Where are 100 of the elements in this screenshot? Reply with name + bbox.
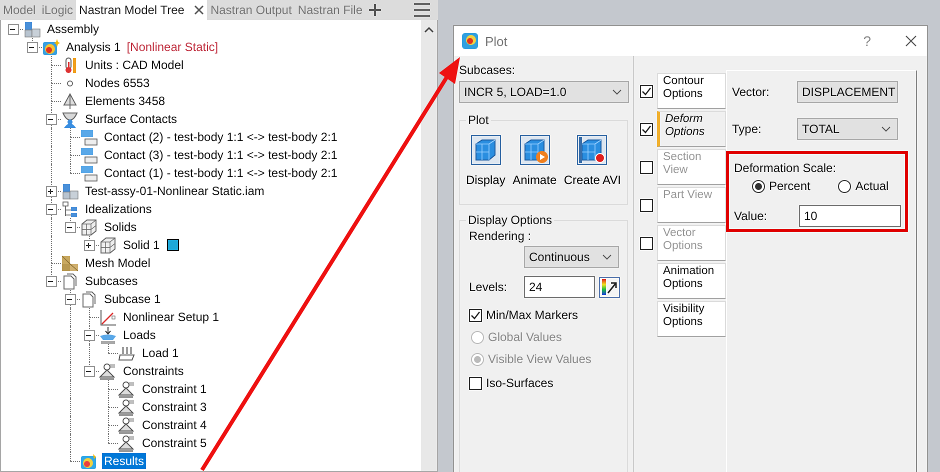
iso-surfaces-checkbox[interactable]: Iso-Surfaces xyxy=(469,376,621,390)
tree-item[interactable]: Solids xyxy=(102,219,139,235)
load-icon xyxy=(99,326,117,344)
expand-toggle[interactable] xyxy=(46,276,57,287)
value-field[interactable]: 10 xyxy=(799,205,901,227)
vector-dropdown[interactable]: DISPLACEMENT xyxy=(797,81,898,103)
tree-item[interactable]: Surface Contacts xyxy=(83,111,180,127)
option-tab[interactable]: Visibility Options xyxy=(657,301,726,337)
support-icon xyxy=(118,380,136,398)
vector-label: Vector: xyxy=(732,85,770,99)
tree-item[interactable]: Results xyxy=(102,453,146,469)
chevron-up-icon[interactable] xyxy=(424,26,434,34)
tab[interactable]: Nastran Model Tree xyxy=(76,0,208,20)
tree-item[interactable]: Constraint 3 xyxy=(140,399,209,415)
tree-item[interactable]: Nodes 6553 xyxy=(83,75,152,91)
checkbox[interactable] xyxy=(469,376,482,390)
scale-mode-radio[interactable]: Percent xyxy=(752,179,810,193)
tree-item[interactable]: Elements 3458 xyxy=(83,93,168,109)
menu-icon[interactable] xyxy=(414,3,430,17)
hierarchy-icon xyxy=(61,200,79,218)
expand-toggle[interactable] xyxy=(84,330,95,341)
tree-item[interactable]: Constraint 4 xyxy=(140,417,209,433)
document-icon xyxy=(80,290,98,308)
help-button[interactable]: ? xyxy=(857,32,877,50)
plot-action-button[interactable]: Create AVI xyxy=(564,135,621,187)
plus-icon[interactable] xyxy=(85,242,92,249)
plot-action-button[interactable]: Animate xyxy=(512,135,557,187)
minus-icon[interactable] xyxy=(85,368,92,375)
scrollbar[interactable] xyxy=(421,20,437,471)
option-tab[interactable]: Animation Options xyxy=(657,263,726,299)
expand-toggle[interactable] xyxy=(46,186,57,197)
expand-toggle[interactable] xyxy=(46,204,57,215)
tree-item[interactable]: Units : CAD Model xyxy=(83,57,186,73)
minus-icon[interactable] xyxy=(47,206,54,213)
support-icon xyxy=(118,434,136,452)
cube-grid-icon xyxy=(80,218,98,236)
rendering-label: Rendering : xyxy=(469,229,532,243)
tree-item[interactable]: Constraint 1 xyxy=(140,381,209,397)
tree-item[interactable]: Constraint 5 xyxy=(140,435,209,451)
tree-item[interactable]: Load 1 xyxy=(140,345,181,361)
tree-item[interactable]: Analysis 1 xyxy=(64,39,123,55)
tree-item[interactable]: Assembly xyxy=(45,21,102,37)
analysis-icon xyxy=(42,38,60,56)
close-icon[interactable] xyxy=(194,5,204,15)
min-max-checkbox[interactable]: Min/Max Markers xyxy=(469,308,621,322)
minus-icon[interactable] xyxy=(66,296,73,303)
record-icon xyxy=(577,135,608,165)
tree-item[interactable]: Mesh Model xyxy=(83,255,152,271)
radio[interactable] xyxy=(838,180,852,192)
cube-grid-icon xyxy=(99,236,117,254)
expand-toggle[interactable] xyxy=(8,24,19,35)
tree-item[interactable]: Subcase 1 xyxy=(102,291,163,307)
tree-item[interactable]: Contact (2) - test-body 1:1 <-> test-body 2:1 xyxy=(102,129,340,145)
expand-toggle[interactable] xyxy=(27,42,38,53)
tree-item[interactable]: Contact (1) - test-body 1:1 <-> test-body 2:1 xyxy=(102,165,340,181)
subcases-dropdown[interactable]: INCR 5, LOAD=1.0 xyxy=(459,81,629,103)
plus-icon[interactable] xyxy=(47,188,54,195)
option-tab[interactable]: Contour Options xyxy=(657,73,726,109)
chevron-down-icon xyxy=(612,89,622,95)
rendering-dropdown[interactable]: Continuous xyxy=(524,246,619,268)
minus-icon[interactable] xyxy=(47,278,54,285)
deformation-scale-label: Deformation Scale: xyxy=(734,161,838,175)
expand-toggle[interactable] xyxy=(65,222,76,233)
tree-item[interactable]: Nonlinear Setup 1 xyxy=(121,309,222,325)
tree-item[interactable]: Subcases xyxy=(83,273,140,289)
radio[interactable] xyxy=(752,180,765,192)
group-title: Display Options xyxy=(467,213,554,227)
rectangles-icon xyxy=(80,146,98,164)
blocks-icon xyxy=(23,20,41,38)
tree-item[interactable]: Constraints xyxy=(121,363,186,379)
mesh-icon xyxy=(61,254,79,272)
support-icon xyxy=(118,416,136,434)
minus-icon[interactable] xyxy=(47,116,54,123)
expand-toggle[interactable] xyxy=(46,114,57,125)
expand-toggle[interactable] xyxy=(84,240,95,251)
type-dropdown[interactable]: TOTAL xyxy=(797,118,898,140)
results-icon xyxy=(461,32,479,50)
option-tab[interactable]: Deform Options xyxy=(657,111,726,147)
subcases-label: Subcases: xyxy=(459,63,516,77)
close-icon[interactable] xyxy=(905,35,917,47)
levels-field[interactable]: 24 xyxy=(524,276,595,298)
expand-toggle[interactable] xyxy=(65,294,76,305)
tree-item[interactable]: Loads xyxy=(121,327,158,343)
document-icon xyxy=(61,272,79,290)
plus-icon[interactable] xyxy=(368,4,380,16)
minus-icon[interactable] xyxy=(85,332,92,339)
minus-icon[interactable] xyxy=(28,44,35,51)
minus-icon[interactable] xyxy=(9,26,16,33)
minus-icon[interactable] xyxy=(66,224,73,231)
tree-item[interactable]: Contact (3) - test-body 1:1 <-> test-body 2:1 xyxy=(102,147,340,163)
contact-icon xyxy=(61,110,79,128)
chevron-down-icon xyxy=(881,126,891,132)
tree-item[interactable]: Test-assy-01-Nonlinear Static.iam xyxy=(83,183,266,199)
element-icon xyxy=(61,92,79,110)
scale-mode-radio[interactable]: Actual xyxy=(838,179,889,193)
tree-item[interactable]: Solid 1 xyxy=(121,237,162,253)
plot-action-button[interactable]: Display xyxy=(466,135,506,187)
tree-item[interactable]: Idealizations xyxy=(83,201,154,217)
expand-toggle[interactable] xyxy=(84,366,95,377)
results-icon xyxy=(80,452,98,470)
